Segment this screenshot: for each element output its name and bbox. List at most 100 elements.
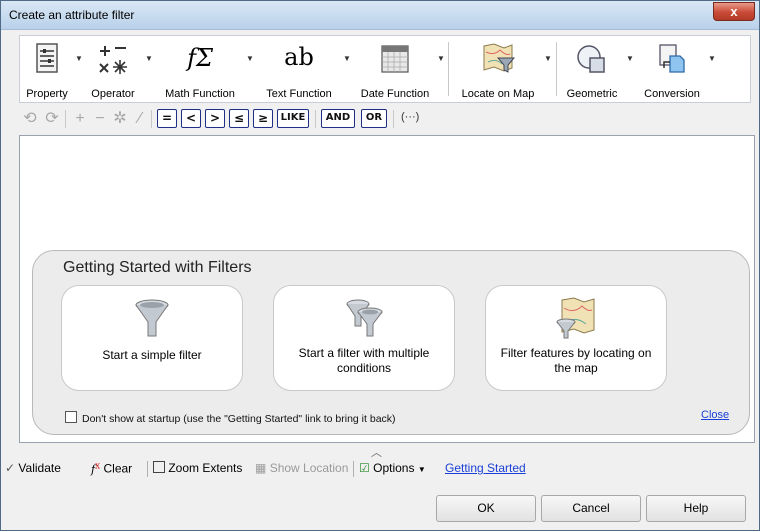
- asterisk-icon[interactable]: ✲: [111, 110, 129, 128]
- options-button[interactable]: ☑ Options ▼: [359, 461, 426, 475]
- property-button[interactable]: Property: [22, 40, 72, 100]
- math-function-dropdown-icon[interactable]: ▼: [246, 54, 254, 63]
- toolbar-separator: [151, 110, 152, 128]
- ribbon-separator: [448, 42, 449, 96]
- title-bar: Create an attribute filter x: [1, 1, 759, 30]
- dont-show-startup-label: Don't show at startup (use the "Getting …: [82, 413, 396, 425]
- locate-on-map-label: Locate on Map: [461, 88, 535, 100]
- show-location-button[interactable]: ▦ Show Location: [255, 461, 348, 475]
- text-function-label: Text Function: [266, 88, 332, 100]
- locate-on-map-text: Filter features by locating on the map: [500, 346, 652, 375]
- zoom-extents-button[interactable]: Zoom Extents: [153, 461, 242, 475]
- conversion-icon: [659, 44, 685, 73]
- text-function-dropdown-icon[interactable]: ▼: [343, 54, 351, 63]
- text-function-glyph: ab: [284, 43, 314, 71]
- operator-label: Operator: [91, 88, 135, 100]
- dont-show-startup-row[interactable]: Don't show at startup (use the "Getting …: [65, 411, 396, 425]
- help-button[interactable]: Help: [646, 495, 746, 522]
- map-filter-icon: [483, 43, 516, 73]
- simple-filter-card[interactable]: Start a simple filter: [61, 285, 243, 391]
- operator-toolbar: ⟲ ⟳ + − ✲ ∕ = < > ≤ ≥ LIKE AND OR (···): [19, 107, 751, 131]
- clear-button[interactable]: fx Clear: [91, 461, 132, 476]
- getting-started-title: Getting Started with Filters: [63, 259, 252, 276]
- conversion-button[interactable]: Conversion: [638, 40, 706, 100]
- operator-dropdown-icon[interactable]: ▼: [145, 54, 153, 63]
- show-location-label: Show Location: [269, 461, 349, 475]
- checkmark-icon: ✓: [5, 461, 16, 475]
- date-function-dropdown-icon[interactable]: ▼: [437, 54, 445, 63]
- multiple-conditions-text: Start a filter with multiple conditions: [298, 346, 430, 375]
- clear-label: Clear: [103, 461, 133, 476]
- minus-icon[interactable]: −: [91, 110, 109, 128]
- toolbar-separator: [65, 110, 66, 128]
- property-dropdown-icon[interactable]: ▼: [75, 54, 83, 63]
- toolbar-separator: [315, 110, 316, 128]
- multiple-funnels-icon: [346, 299, 383, 337]
- locate-on-map-button[interactable]: Locate on Map: [454, 40, 542, 100]
- zoom-extents-label: Zoom Extents: [168, 461, 243, 475]
- map-funnel-icon: [556, 297, 595, 339]
- geometric-dropdown-icon[interactable]: ▼: [626, 54, 634, 63]
- greater-than-operator-button[interactable]: >: [205, 109, 225, 128]
- geometric-button[interactable]: Geometric: [560, 40, 624, 100]
- conversion-dropdown-icon[interactable]: ▼: [708, 54, 716, 63]
- options-dropdown-icon: ▼: [417, 465, 426, 474]
- toolbar-separator: [353, 461, 354, 477]
- date-function-button[interactable]: Date Function: [354, 40, 436, 100]
- property-list-icon: [36, 43, 58, 73]
- less-than-operator-button[interactable]: <: [181, 109, 201, 128]
- equals-operator-button[interactable]: =: [157, 109, 177, 128]
- clear-function-icon: fx: [91, 461, 101, 476]
- parenthesis-button[interactable]: (···): [401, 111, 419, 123]
- math-function-icon: fΣ: [182, 42, 218, 76]
- divide-icon[interactable]: ∕: [131, 110, 149, 128]
- options-label: Options: [373, 461, 415, 475]
- or-operator-button[interactable]: OR: [361, 109, 387, 128]
- getting-started-panel: Getting Started with Filters Start a sim…: [32, 250, 750, 435]
- simple-filter-text: Start a simple filter: [102, 348, 202, 362]
- text-function-icon: ab: [279, 42, 319, 76]
- math-function-label: Math Function: [165, 88, 235, 100]
- window-close-button[interactable]: x: [713, 2, 755, 21]
- close-getting-started-link[interactable]: Close: [701, 409, 729, 421]
- multiple-conditions-card[interactable]: Start a filter with multiple conditions: [273, 285, 455, 391]
- show-location-icon: ▦: [255, 461, 267, 475]
- window-title: Create an attribute filter: [9, 8, 135, 22]
- math-function-glyph: fΣ: [187, 44, 213, 72]
- and-operator-button[interactable]: AND: [321, 109, 355, 128]
- locate-on-map-dropdown-icon[interactable]: ▼: [544, 54, 552, 63]
- getting-started-link[interactable]: Getting Started: [445, 461, 526, 475]
- cancel-button[interactable]: Cancel: [541, 495, 641, 522]
- collapse-chevron-icon[interactable]: ︿: [371, 444, 382, 460]
- funnel-icon: [135, 299, 169, 337]
- like-operator-button[interactable]: LIKE: [277, 109, 309, 128]
- math-function-button[interactable]: fΣ Math Function: [156, 40, 244, 100]
- bottom-toolbar: ✓ Validate fx Clear Zoom Extents ▦ Show …: [5, 459, 755, 479]
- options-check-icon: ☑: [359, 461, 370, 475]
- operator-icon: [99, 46, 127, 74]
- property-label: Property: [26, 88, 68, 100]
- dialog-window: Create an attribute filter x Property ▼: [0, 0, 760, 531]
- ribbon-separator: [556, 42, 557, 96]
- date-function-label: Date Function: [360, 88, 430, 100]
- operator-button[interactable]: Operator: [84, 40, 142, 100]
- greater-equal-operator-button[interactable]: ≥: [253, 109, 273, 128]
- plus-icon[interactable]: +: [71, 110, 89, 128]
- validate-button[interactable]: ✓ Validate: [5, 461, 61, 475]
- text-function-button[interactable]: ab Text Function: [258, 40, 340, 100]
- dont-show-startup-checkbox[interactable]: [65, 411, 77, 423]
- locate-on-map-card[interactable]: Filter features by locating on the map: [485, 285, 667, 391]
- geometric-icon: [577, 45, 605, 73]
- function-ribbon: Property ▼ Operator ▼ fΣ Math Function ▼…: [19, 35, 751, 103]
- calendar-icon: [381, 45, 409, 73]
- geometric-label: Geometric: [566, 88, 618, 100]
- less-equal-operator-button[interactable]: ≤: [229, 109, 249, 128]
- expression-editor[interactable]: Getting Started with Filters Start a sim…: [19, 135, 755, 443]
- toolbar-separator: [393, 110, 394, 128]
- redo-icon[interactable]: ⟳: [43, 110, 61, 128]
- zoom-extents-icon: [153, 461, 165, 473]
- toolbar-separator: [147, 461, 148, 477]
- undo-icon[interactable]: ⟲: [21, 110, 39, 128]
- ok-button[interactable]: OK: [436, 495, 536, 522]
- validate-label: Validate: [18, 461, 61, 475]
